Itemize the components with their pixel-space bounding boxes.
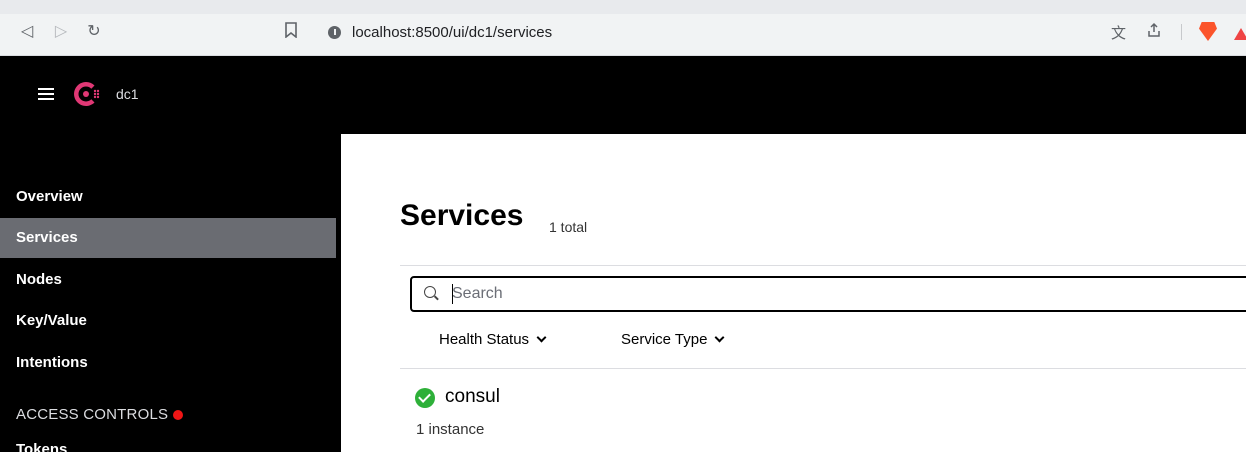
search-input[interactable]	[452, 283, 1232, 305]
sidebar-item-key-value[interactable]: Key/Value	[0, 301, 336, 341]
search-icon	[424, 286, 436, 298]
tab-strip	[0, 0, 1246, 14]
health-status-filter[interactable]: Health Status	[439, 331, 547, 348]
service-type-label: Service Type	[621, 331, 708, 348]
health-status-label: Health Status	[439, 331, 530, 348]
chevron-down-icon	[714, 332, 725, 343]
share-icon[interactable]	[1146, 22, 1162, 42]
consul-logo-icon[interactable]	[72, 80, 100, 108]
sidebar-item-overview[interactable]: Overview	[0, 177, 336, 217]
service-instance-count: 1 instance	[416, 421, 485, 438]
sidebar-item-tokens[interactable]: Tokens	[0, 430, 336, 470]
datacenter-label[interactable]: dc1	[116, 86, 139, 102]
list-divider	[400, 368, 1246, 369]
access-controls-heading: ACCESS CONTROLS	[16, 406, 184, 423]
app-header	[0, 56, 1246, 134]
sidebar-item-intentions[interactable]: Intentions	[0, 343, 336, 383]
sidebar-item-services[interactable]: Services	[0, 218, 336, 258]
acl-disabled-dot-icon	[173, 410, 184, 420]
back-icon[interactable]: ◁	[18, 22, 36, 40]
brave-rewards-icon[interactable]	[1234, 28, 1246, 40]
site-info-icon[interactable]	[328, 26, 341, 39]
toolbar-divider	[1181, 24, 1182, 40]
chevron-down-icon	[536, 332, 547, 343]
bookmark-icon[interactable]	[282, 22, 300, 40]
url-text[interactable]: localhost:8500/ui/dc1/services	[352, 24, 552, 41]
service-count: 1 total	[549, 219, 588, 235]
sidebar-item-nodes[interactable]: Nodes	[0, 260, 336, 300]
forward-icon[interactable]: ▷	[52, 22, 70, 40]
reload-icon[interactable]: ↻	[85, 22, 103, 40]
service-name[interactable]: consul	[445, 386, 500, 408]
title-divider	[400, 265, 1246, 266]
health-passing-icon	[415, 388, 435, 408]
translate-icon[interactable]: 文	[1111, 22, 1126, 43]
service-type-filter[interactable]: Service Type	[621, 331, 725, 348]
text-cursor	[452, 284, 453, 304]
access-controls-label: ACCESS CONTROLS	[16, 406, 169, 423]
page-title: Services	[400, 199, 524, 232]
menu-icon[interactable]	[38, 88, 54, 100]
